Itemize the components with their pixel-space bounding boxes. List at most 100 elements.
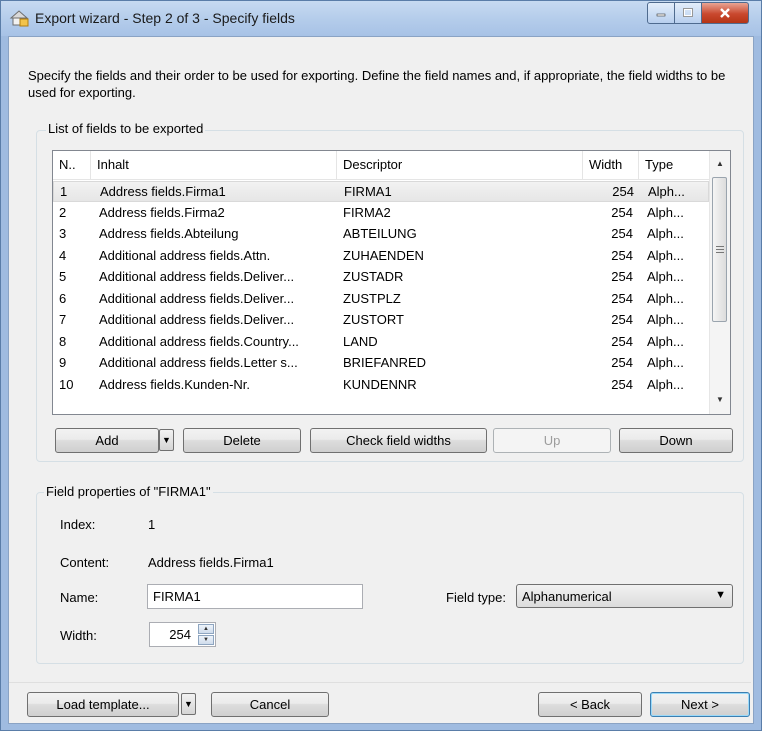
cell-type: Alph...	[647, 376, 684, 392]
scroll-grip-icon	[716, 246, 724, 248]
cell-descriptor: ZUSTADR	[343, 269, 404, 284]
table-row[interactable]: 1 Address fields.Firma1 FIRMA1 254 Alph...	[53, 181, 709, 202]
spin-down-arrow-icon[interactable]: ▼	[198, 635, 214, 645]
width-spin-buttons[interactable]: ▲ ▼	[198, 624, 214, 645]
next-button[interactable]: Next >	[650, 692, 750, 717]
cell-width: 254	[611, 247, 633, 263]
cell-n: 3	[59, 226, 67, 241]
cell-width: 254	[612, 184, 634, 199]
cell-inhalt: Address fields.Abteilung	[99, 226, 239, 241]
cell-type: Alph...	[648, 184, 685, 199]
up-button[interactable]: Up	[493, 428, 611, 453]
cell-width: 254	[611, 355, 633, 370]
scroll-grip-icon-2	[716, 249, 724, 251]
cell-descriptor: ZUHAENDEN	[343, 247, 424, 263]
table-row[interactable]: 9 Additional address fields.Letter s... BR…	[53, 353, 709, 374]
load-template-button[interactable]: Load template...	[27, 692, 179, 717]
down-button[interactable]: Down	[619, 428, 733, 453]
cell-descriptor: ZUSTPLZ	[343, 290, 401, 306]
field-type-select[interactable]: Alphanumerical ▼	[516, 584, 733, 608]
content-value: Address fields.Firma1	[148, 555, 274, 570]
field-properties-groupbox	[36, 492, 744, 664]
cell-width: 254	[611, 376, 633, 392]
cancel-button[interactable]: Cancel	[211, 692, 329, 717]
check-field-widths-button[interactable]: Check field widths	[310, 428, 487, 453]
cell-inhalt: Address fields.Firma2	[99, 204, 225, 220]
cell-type: Alph...	[647, 269, 684, 284]
scroll-up-arrow-icon[interactable]: ▲	[710, 155, 730, 172]
width-value: 254	[169, 627, 191, 642]
minimize-button[interactable]	[647, 2, 675, 24]
table-row[interactable]: 7 Additional address fields.Deliver... ZUS…	[53, 310, 709, 331]
content-label: Content:	[60, 555, 110, 570]
cell-n: 8	[59, 333, 67, 349]
cell-descriptor: ABTEILUNG	[343, 226, 417, 241]
add-dropdown-button[interactable]: ▼	[159, 429, 174, 451]
cell-type: Alph...	[647, 333, 684, 349]
index-label: Index:	[60, 517, 96, 532]
cell-type: Alph...	[647, 247, 684, 263]
cell-descriptor: FIRMA1	[344, 184, 392, 199]
column-header-n[interactable]: N..	[53, 151, 91, 179]
maximize-button[interactable]	[674, 2, 702, 24]
back-button[interactable]: < Back	[538, 692, 642, 717]
cell-width: 254	[611, 333, 633, 349]
load-template-dropdown-button[interactable]: ▼	[181, 693, 196, 715]
name-field[interactable]: FIRMA1	[147, 584, 363, 609]
cell-descriptor: FIRMA2	[343, 204, 391, 220]
cell-inhalt: Additional address fields.Country...	[99, 333, 299, 349]
cell-n: 10	[59, 376, 74, 392]
window-title: Export wizard - Step 2 of 3 - Specify fi…	[35, 10, 295, 26]
close-icon	[720, 8, 730, 18]
cell-n: 2	[59, 204, 67, 220]
table-row[interactable]: 3 Address fields.Abteilung ABTEILUNG 254 Alp…	[53, 224, 709, 245]
chevron-down-icon: ▼	[162, 435, 171, 445]
scrollbar-thumb[interactable]	[712, 177, 727, 322]
width-label: Width:	[60, 628, 97, 643]
column-header-inhalt[interactable]: Inhalt	[91, 151, 337, 179]
cell-descriptor: ZUSTORT	[343, 312, 404, 327]
cell-n: 5	[59, 269, 67, 284]
cell-descriptor: BRIEFANRED	[343, 355, 427, 370]
table-row[interactable]: 5 Additional address fields.Deliver... ZUS…	[53, 267, 709, 288]
add-button[interactable]: Add	[55, 428, 159, 453]
title-bar[interactable]: Export wizard - Step 2 of 3 - Specify fi…	[1, 1, 761, 36]
wizard-icon	[9, 10, 29, 27]
footer-separator	[9, 682, 751, 683]
scroll-grip-icon-3	[716, 252, 724, 254]
field-properties-label: Field properties of "FIRMA1"	[44, 484, 213, 499]
fields-group-label: List of fields to be exported	[46, 121, 206, 136]
cell-n: 9	[59, 355, 67, 370]
scroll-down-arrow-icon[interactable]: ▼	[710, 391, 730, 408]
cell-inhalt: Additional address fields.Deliver...	[99, 269, 295, 284]
delete-button[interactable]: Delete	[183, 428, 301, 453]
field-type-value: Alphanumerical	[522, 589, 612, 604]
fields-list[interactable]: N.. Inhalt Descriptor Width Type 1 Addres…	[52, 150, 731, 415]
close-button[interactable]	[701, 2, 749, 24]
table-row[interactable]: 8 Additional address fields.Country... LAN…	[53, 332, 709, 353]
table-row[interactable]: 2 Address fields.Firma2 FIRMA2 254 Alph...	[53, 203, 709, 224]
cell-inhalt: Additional address fields.Letter s...	[99, 355, 298, 370]
chevron-down-icon: ▼	[184, 699, 193, 709]
cell-type: Alph...	[647, 355, 684, 370]
name-label: Name:	[60, 590, 99, 605]
spin-up-arrow-icon[interactable]: ▲	[198, 624, 214, 634]
cell-n: 1	[60, 184, 68, 199]
cell-n: 7	[59, 312, 67, 327]
cell-width: 254	[611, 269, 633, 284]
cell-inhalt: Address fields.Firma1	[100, 184, 226, 199]
column-header-width[interactable]: Width	[583, 151, 639, 179]
cell-type: Alph...	[647, 226, 684, 241]
cell-inhalt: Additional address fields.Deliver...	[99, 290, 295, 306]
table-row[interactable]: 10 Address fields.Kunden-Nr. KUNDENNR 254 Al…	[53, 375, 709, 396]
table-row[interactable]: 4 Additional address fields.Attn. ZUHAENDE…	[53, 246, 709, 267]
cell-n: 4	[59, 247, 67, 263]
cell-type: Alph...	[647, 290, 684, 306]
width-stepper[interactable]: 254 ▲ ▼	[149, 622, 216, 647]
step-description: Specify the fields and their order to be…	[28, 68, 726, 100]
table-row[interactable]: 6 Additional address fields.Deliver... ZUS…	[53, 289, 709, 310]
column-header-descriptor[interactable]: Descriptor	[337, 151, 583, 179]
list-vertical-scrollbar[interactable]: ▲ ▼	[709, 151, 730, 414]
cell-width: 254	[611, 226, 633, 241]
column-header-type[interactable]: Type	[639, 151, 709, 179]
